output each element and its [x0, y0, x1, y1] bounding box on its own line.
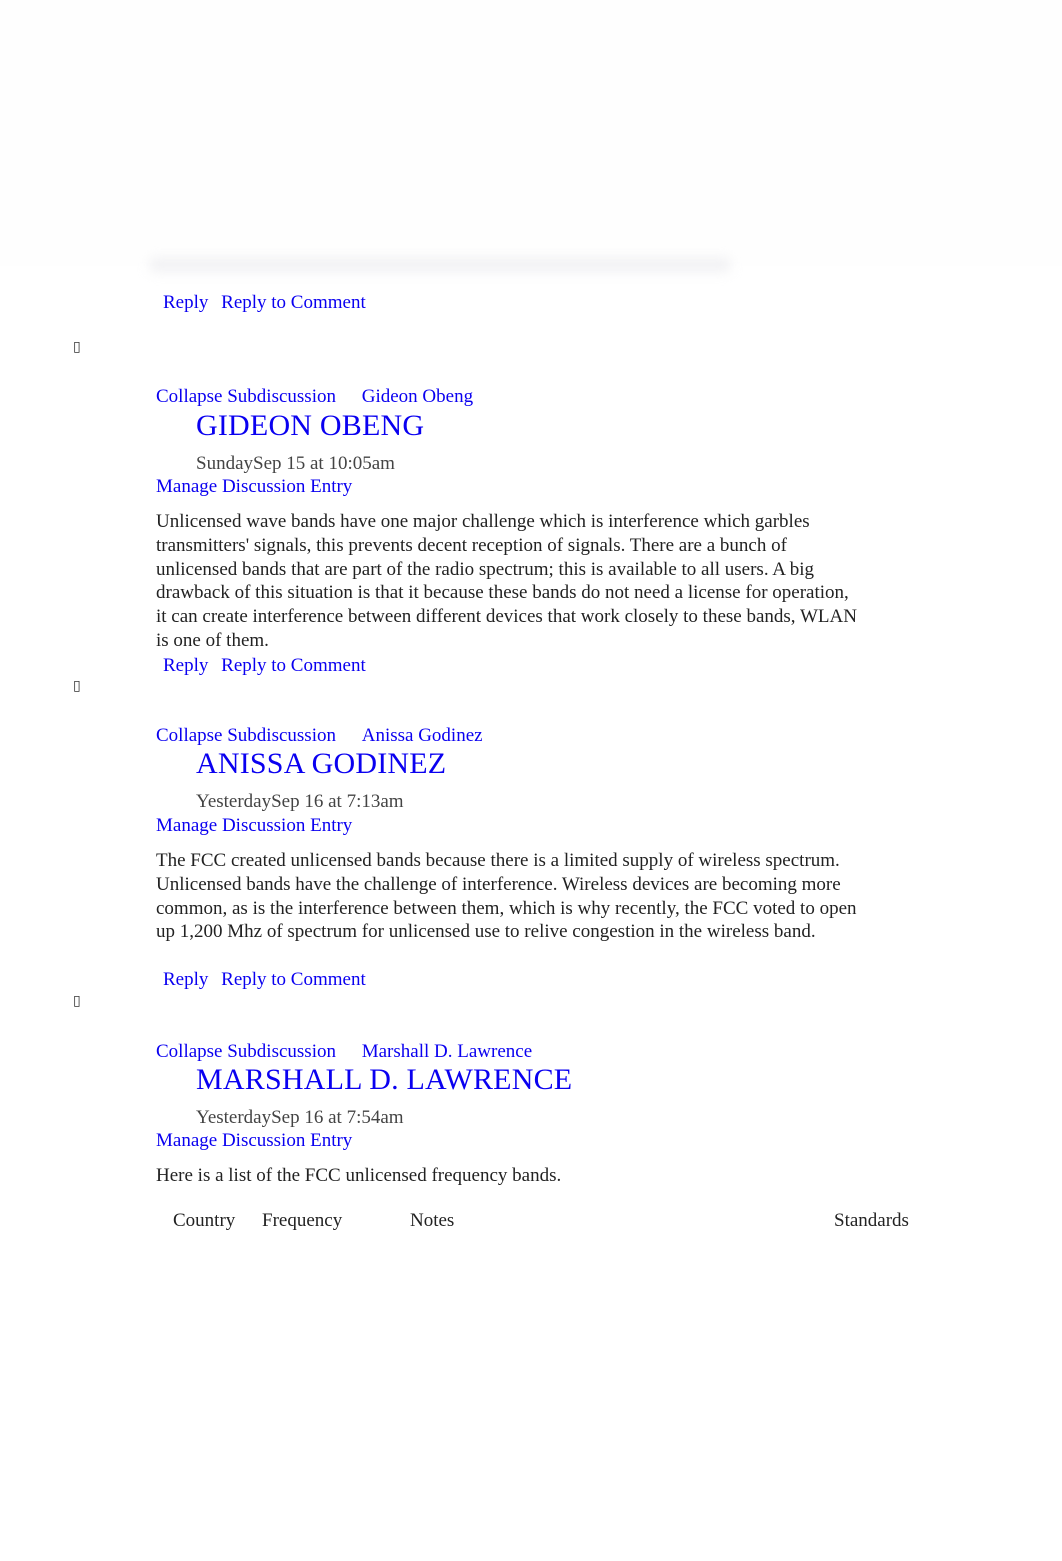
- column-header-frequency: Frequency: [262, 1210, 343, 1231]
- manage-discussion-entry-link[interactable]: Manage Discussion Entry: [156, 476, 352, 497]
- manage-entry-row: Manage Discussion Entry: [156, 475, 352, 498]
- manage-entry-row: Manage Discussion Entry: [156, 814, 352, 837]
- obscured-region-shadow: [150, 258, 730, 272]
- reply-to-comment-link[interactable]: Reply to Comment: [221, 969, 366, 990]
- reply-link[interactable]: Reply: [163, 969, 208, 990]
- reply-link[interactable]: Reply: [163, 655, 208, 676]
- collapse-subdiscussion-link[interactable]: Collapse Subdiscussion: [156, 386, 336, 407]
- manage-discussion-entry-link[interactable]: Manage Discussion Entry: [156, 815, 352, 836]
- entry-body: The FCC created unlicensed bands because…: [156, 850, 857, 943]
- obscured-content-region: [0, 0, 1062, 266]
- reply-to-comment-link[interactable]: Reply to Comment: [221, 655, 366, 676]
- manage-discussion-entry-link[interactable]: Manage Discussion Entry: [156, 1130, 352, 1151]
- reply-to-comment-link[interactable]: Reply to Comment: [221, 292, 366, 313]
- entry-body: Here is a list of the FCC unlicensed fre…: [156, 1165, 562, 1186]
- column-header-notes: Notes: [410, 1210, 455, 1231]
- entry-date: YesterdaySep 16 at 7:13am: [196, 791, 404, 812]
- missing-glyph-icon: ▯: [73, 339, 81, 355]
- missing-glyph-icon: ▯: [73, 993, 81, 1009]
- entry-header-links: Collapse Subdiscussion Marshall D. Lawre…: [156, 1040, 532, 1063]
- entry-header-links: Collapse Subdiscussion Gideon Obeng: [156, 385, 473, 408]
- column-header-standards: Standards: [834, 1210, 909, 1231]
- collapse-subdiscussion-link[interactable]: Collapse Subdiscussion: [156, 725, 336, 746]
- entry-date: YesterdaySep 16 at 7:54am: [196, 1107, 404, 1128]
- entry-actions: Reply Reply to Comment: [163, 968, 366, 991]
- missing-glyph-icon: ▯: [73, 678, 81, 694]
- collapse-subdiscussion-link[interactable]: Collapse Subdiscussion: [156, 1041, 336, 1062]
- author-link[interactable]: Marshall D. Lawrence: [362, 1041, 532, 1062]
- entry-actions: Reply Reply to Comment: [163, 654, 366, 677]
- first-entry-actions: Reply Reply to Comment: [163, 291, 366, 314]
- author-heading[interactable]: GIDEON OBENG: [196, 409, 424, 443]
- manage-entry-row: Manage Discussion Entry: [156, 1129, 352, 1152]
- reply-link[interactable]: Reply: [163, 292, 208, 313]
- author-heading[interactable]: MARSHALL D. LAWRENCE: [196, 1063, 572, 1097]
- author-heading[interactable]: ANISSA GODINEZ: [196, 747, 446, 781]
- entry-body: Unlicensed wave bands have one major cha…: [156, 511, 857, 651]
- entry-date: SundaySep 15 at 10:05am: [196, 453, 395, 474]
- author-link[interactable]: Anissa Godinez: [362, 725, 483, 746]
- author-link[interactable]: Gideon Obeng: [362, 386, 473, 407]
- entry-header-links: Collapse Subdiscussion Anissa Godinez: [156, 724, 483, 747]
- column-header-country: Country: [173, 1210, 236, 1231]
